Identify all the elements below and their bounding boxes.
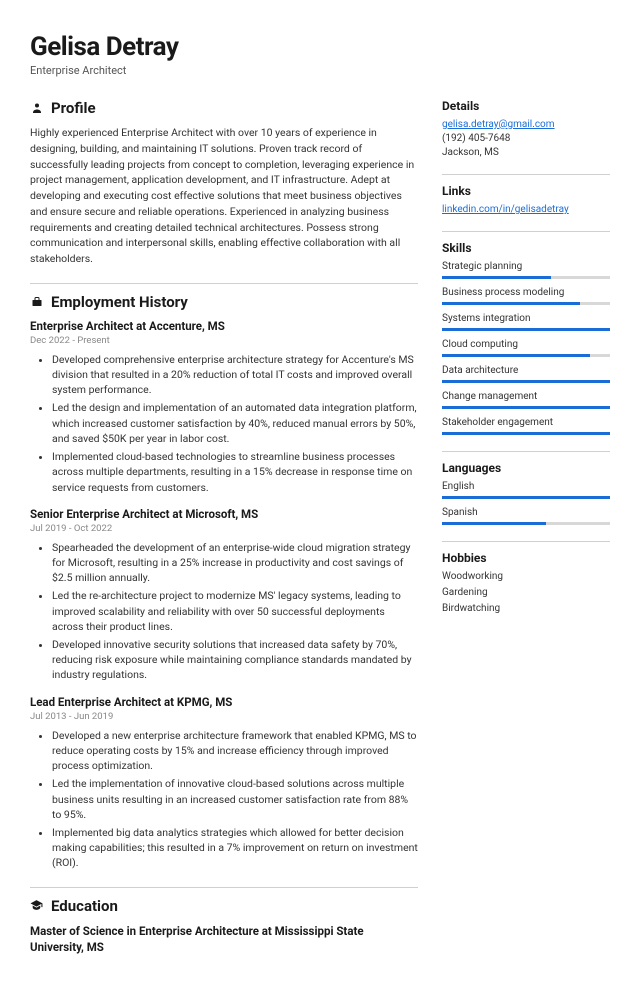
briefcase-icon [30,295,43,308]
language-bar [442,496,610,499]
hobbies-section: Hobbies Woodworking Gardening Birdwatching [442,541,610,614]
skill-name: Stakeholder engagement [442,417,610,428]
job-dates: Dec 2022 - Present [30,335,418,346]
hobby-item: Gardening [442,587,610,598]
hobbies-heading: Hobbies [442,551,610,565]
skill-bar-fill [442,380,610,383]
language-item: Spanish [442,507,610,525]
skill-item: Cloud computing [442,339,610,357]
language-bar-fill [442,522,546,525]
bullet-item: Led the implementation of innovative clo… [52,776,418,822]
job-title: Lead Enterprise Architect at KPMG, MS [30,695,418,709]
skill-bar-fill [442,276,551,279]
languages-section: Languages English Spanish [442,451,610,525]
education-section: Education Master of Science in Enterpris… [30,887,418,955]
profile-section: Profile Highly experienced Enterprise Ar… [30,99,418,267]
details-section: Details gelisa.detray@gmail.com (192) 40… [442,99,610,158]
bullet-item: Spearheaded the development of an enterp… [52,540,418,586]
bullet-item: Developed a new enterprise architecture … [52,728,418,774]
skill-bar [442,406,610,409]
resume-header: Gelisa Detray Enterprise Architect [30,32,610,77]
person-title: Enterprise Architect [30,64,610,77]
skill-item: Data architecture [442,365,610,383]
skill-name: Business process modeling [442,287,610,298]
profile-heading: Profile [51,99,96,117]
education-heading: Education [51,897,118,915]
links-heading: Links [442,184,610,198]
job-title: Enterprise Architect at Accenture, MS [30,319,418,333]
skill-bar [442,432,610,435]
sidebar: Details gelisa.detray@gmail.com (192) 40… [442,99,610,971]
skill-bar [442,276,610,279]
job-entry: Enterprise Architect at Accenture, MS Dec… [30,319,418,495]
details-heading: Details [442,99,610,113]
location-text: Jackson, MS [442,147,610,158]
skill-item: Systems integration [442,313,610,331]
skills-section: Skills Strategic planning Business proces… [442,231,610,435]
profile-text: Highly experienced Enterprise Architect … [30,125,418,267]
bullet-item: Implemented big data analytics strategie… [52,825,418,871]
language-name: Spanish [442,507,610,518]
bullet-item: Led the design and implementation of an … [52,400,418,446]
bullet-item: Developed innovative security solutions … [52,637,418,683]
job-dates: Jul 2019 - Oct 2022 [30,523,418,534]
phone-text: (192) 405-7648 [442,133,610,144]
skill-item: Stakeholder engagement [442,417,610,435]
skill-item: Business process modeling [442,287,610,305]
job-bullets: Developed a new enterprise architecture … [30,728,418,871]
language-bar [442,522,610,525]
hobby-item: Birdwatching [442,603,610,614]
person-name: Gelisa Detray [30,32,610,62]
skill-bar-fill [442,328,610,331]
employment-section: Employment History Enterprise Architect … [30,283,418,871]
skill-bar [442,354,610,357]
skill-bar-fill [442,354,590,357]
skill-bar [442,380,610,383]
skill-item: Strategic planning [442,261,610,279]
email-link[interactable]: gelisa.detray@gmail.com [442,119,610,130]
external-link[interactable]: linkedin.com/in/gelisadetray [442,204,610,215]
skill-bar [442,328,610,331]
language-bar-fill [442,496,610,499]
person-icon [30,102,43,115]
skill-name: Strategic planning [442,261,610,272]
skill-name: Systems integration [442,313,610,324]
profile-header: Profile [30,99,418,117]
skill-bar-fill [442,406,610,409]
job-title: Senior Enterprise Architect at Microsoft… [30,507,418,521]
bullet-item: Developed comprehensive enterprise archi… [52,352,418,398]
skill-name: Data architecture [442,365,610,376]
links-section: Links linkedin.com/in/gelisadetray [442,174,610,215]
skill-name: Change management [442,391,610,402]
hobby-item: Woodworking [442,571,610,582]
job-bullets: Spearheaded the development of an enterp… [30,540,418,683]
employment-header: Employment History [30,283,418,311]
skill-item: Change management [442,391,610,409]
bullet-item: Led the re-architecture project to moder… [52,588,418,634]
job-entry: Lead Enterprise Architect at KPMG, MS Jul… [30,695,418,871]
skill-bar-fill [442,302,580,305]
job-entry: Senior Enterprise Architect at Microsoft… [30,507,418,683]
languages-heading: Languages [442,461,610,475]
job-dates: Jul 2013 - Jun 2019 [30,711,418,722]
main-column: Profile Highly experienced Enterprise Ar… [30,99,418,971]
language-name: English [442,481,610,492]
graduation-icon [30,899,43,912]
main-container: Profile Highly experienced Enterprise Ar… [30,99,610,971]
bullet-item: Implemented cloud-based technologies to … [52,449,418,495]
skill-bar-fill [442,432,610,435]
skill-bar [442,302,610,305]
skills-heading: Skills [442,241,610,255]
education-degree: Master of Science in Enterprise Architec… [30,923,418,955]
language-item: English [442,481,610,499]
education-header: Education [30,887,418,915]
skill-name: Cloud computing [442,339,610,350]
job-bullets: Developed comprehensive enterprise archi… [30,352,418,495]
employment-heading: Employment History [51,293,188,311]
